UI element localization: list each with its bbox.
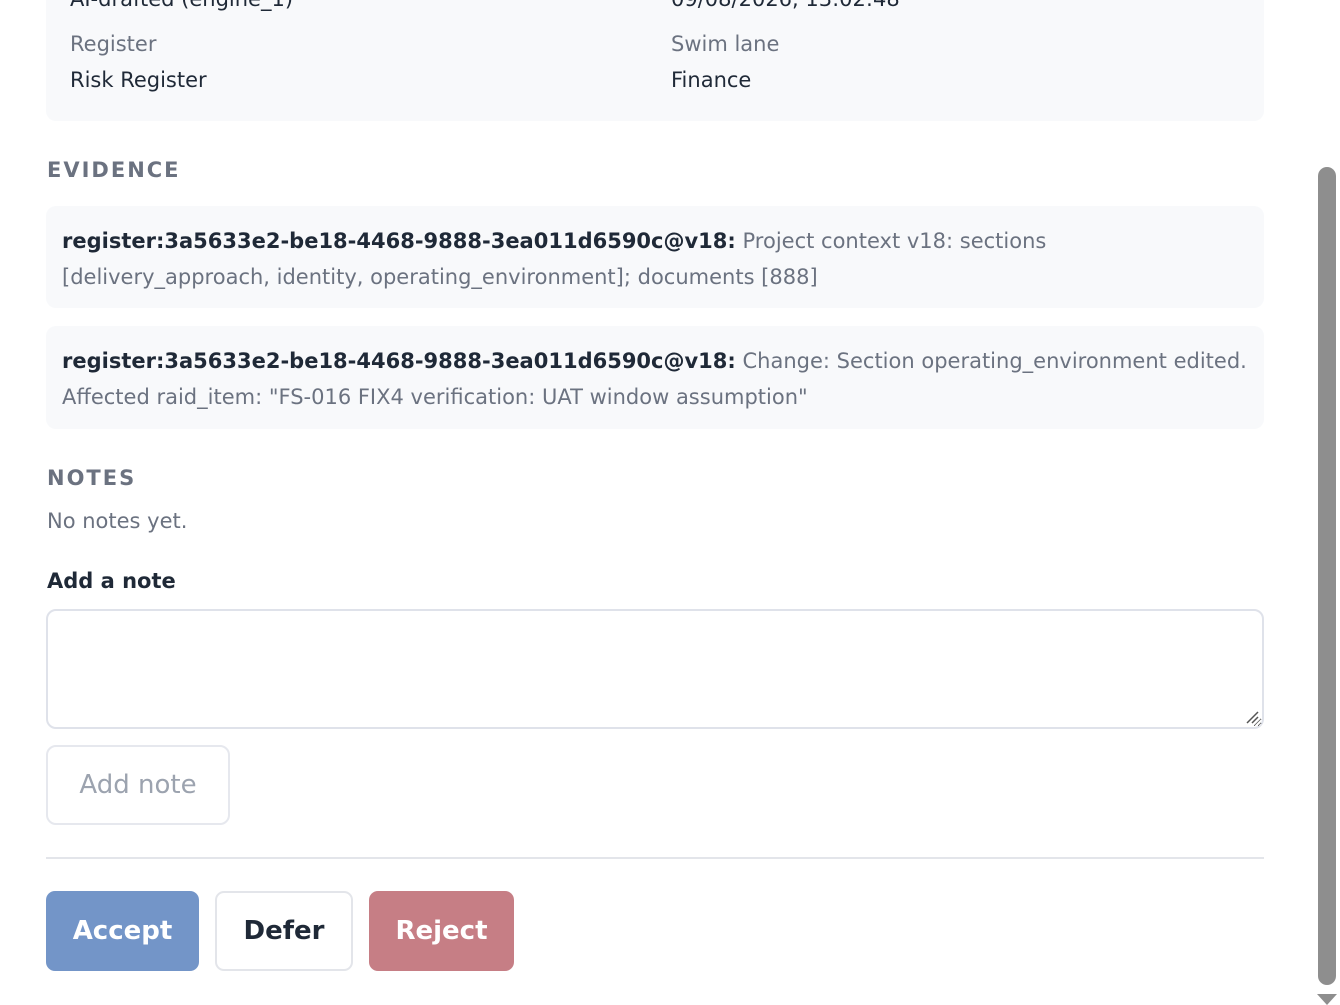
meta-register: Register Risk Register [70, 30, 207, 94]
metadata-card: AI-drafted (engine_1) 09/08/2026, 13:02:… [46, 0, 1264, 121]
evidence-ref: register:3a5633e2-be18-4468-9888-3ea011d… [62, 229, 736, 253]
meta-partial-left: AI-drafted (engine_1) [70, 0, 293, 13]
note-textarea[interactable] [46, 609, 1264, 729]
swim-lane-value: Finance [671, 68, 752, 92]
meta-partial-right: 09/08/2026, 13:02:48 [671, 0, 900, 13]
defer-button[interactable]: Defer [215, 891, 353, 971]
evidence-item: register:3a5633e2-be18-4468-9888-3ea011d… [46, 326, 1264, 429]
resize-grip-icon[interactable] [1245, 710, 1259, 724]
accept-button[interactable]: Accept [46, 891, 199, 971]
register-label: Register [70, 32, 157, 56]
evidence-heading: EVIDENCE [47, 158, 181, 182]
add-note-button[interactable]: Add note [46, 745, 230, 825]
scrollbar-thumb[interactable] [1318, 167, 1336, 985]
timestamp-value: 09/08/2026, 13:02:48 [671, 0, 900, 13]
divider [46, 857, 1264, 859]
evidence-item: register:3a5633e2-be18-4468-9888-3ea011d… [46, 206, 1264, 308]
evidence-ref: register:3a5633e2-be18-4468-9888-3ea011d… [62, 349, 736, 373]
notes-heading: NOTES [47, 466, 137, 490]
register-value: Risk Register [70, 68, 207, 92]
meta-swim-lane: Swim lane Finance [671, 30, 779, 94]
add-note-label: Add a note [47, 569, 176, 593]
notes-empty-state: No notes yet. [47, 509, 188, 533]
source-value: AI-drafted (engine_1) [70, 0, 293, 13]
reject-button[interactable]: Reject [369, 891, 514, 971]
swim-lane-label: Swim lane [671, 32, 780, 56]
scroll-down-arrow-icon[interactable] [1317, 994, 1337, 1005]
